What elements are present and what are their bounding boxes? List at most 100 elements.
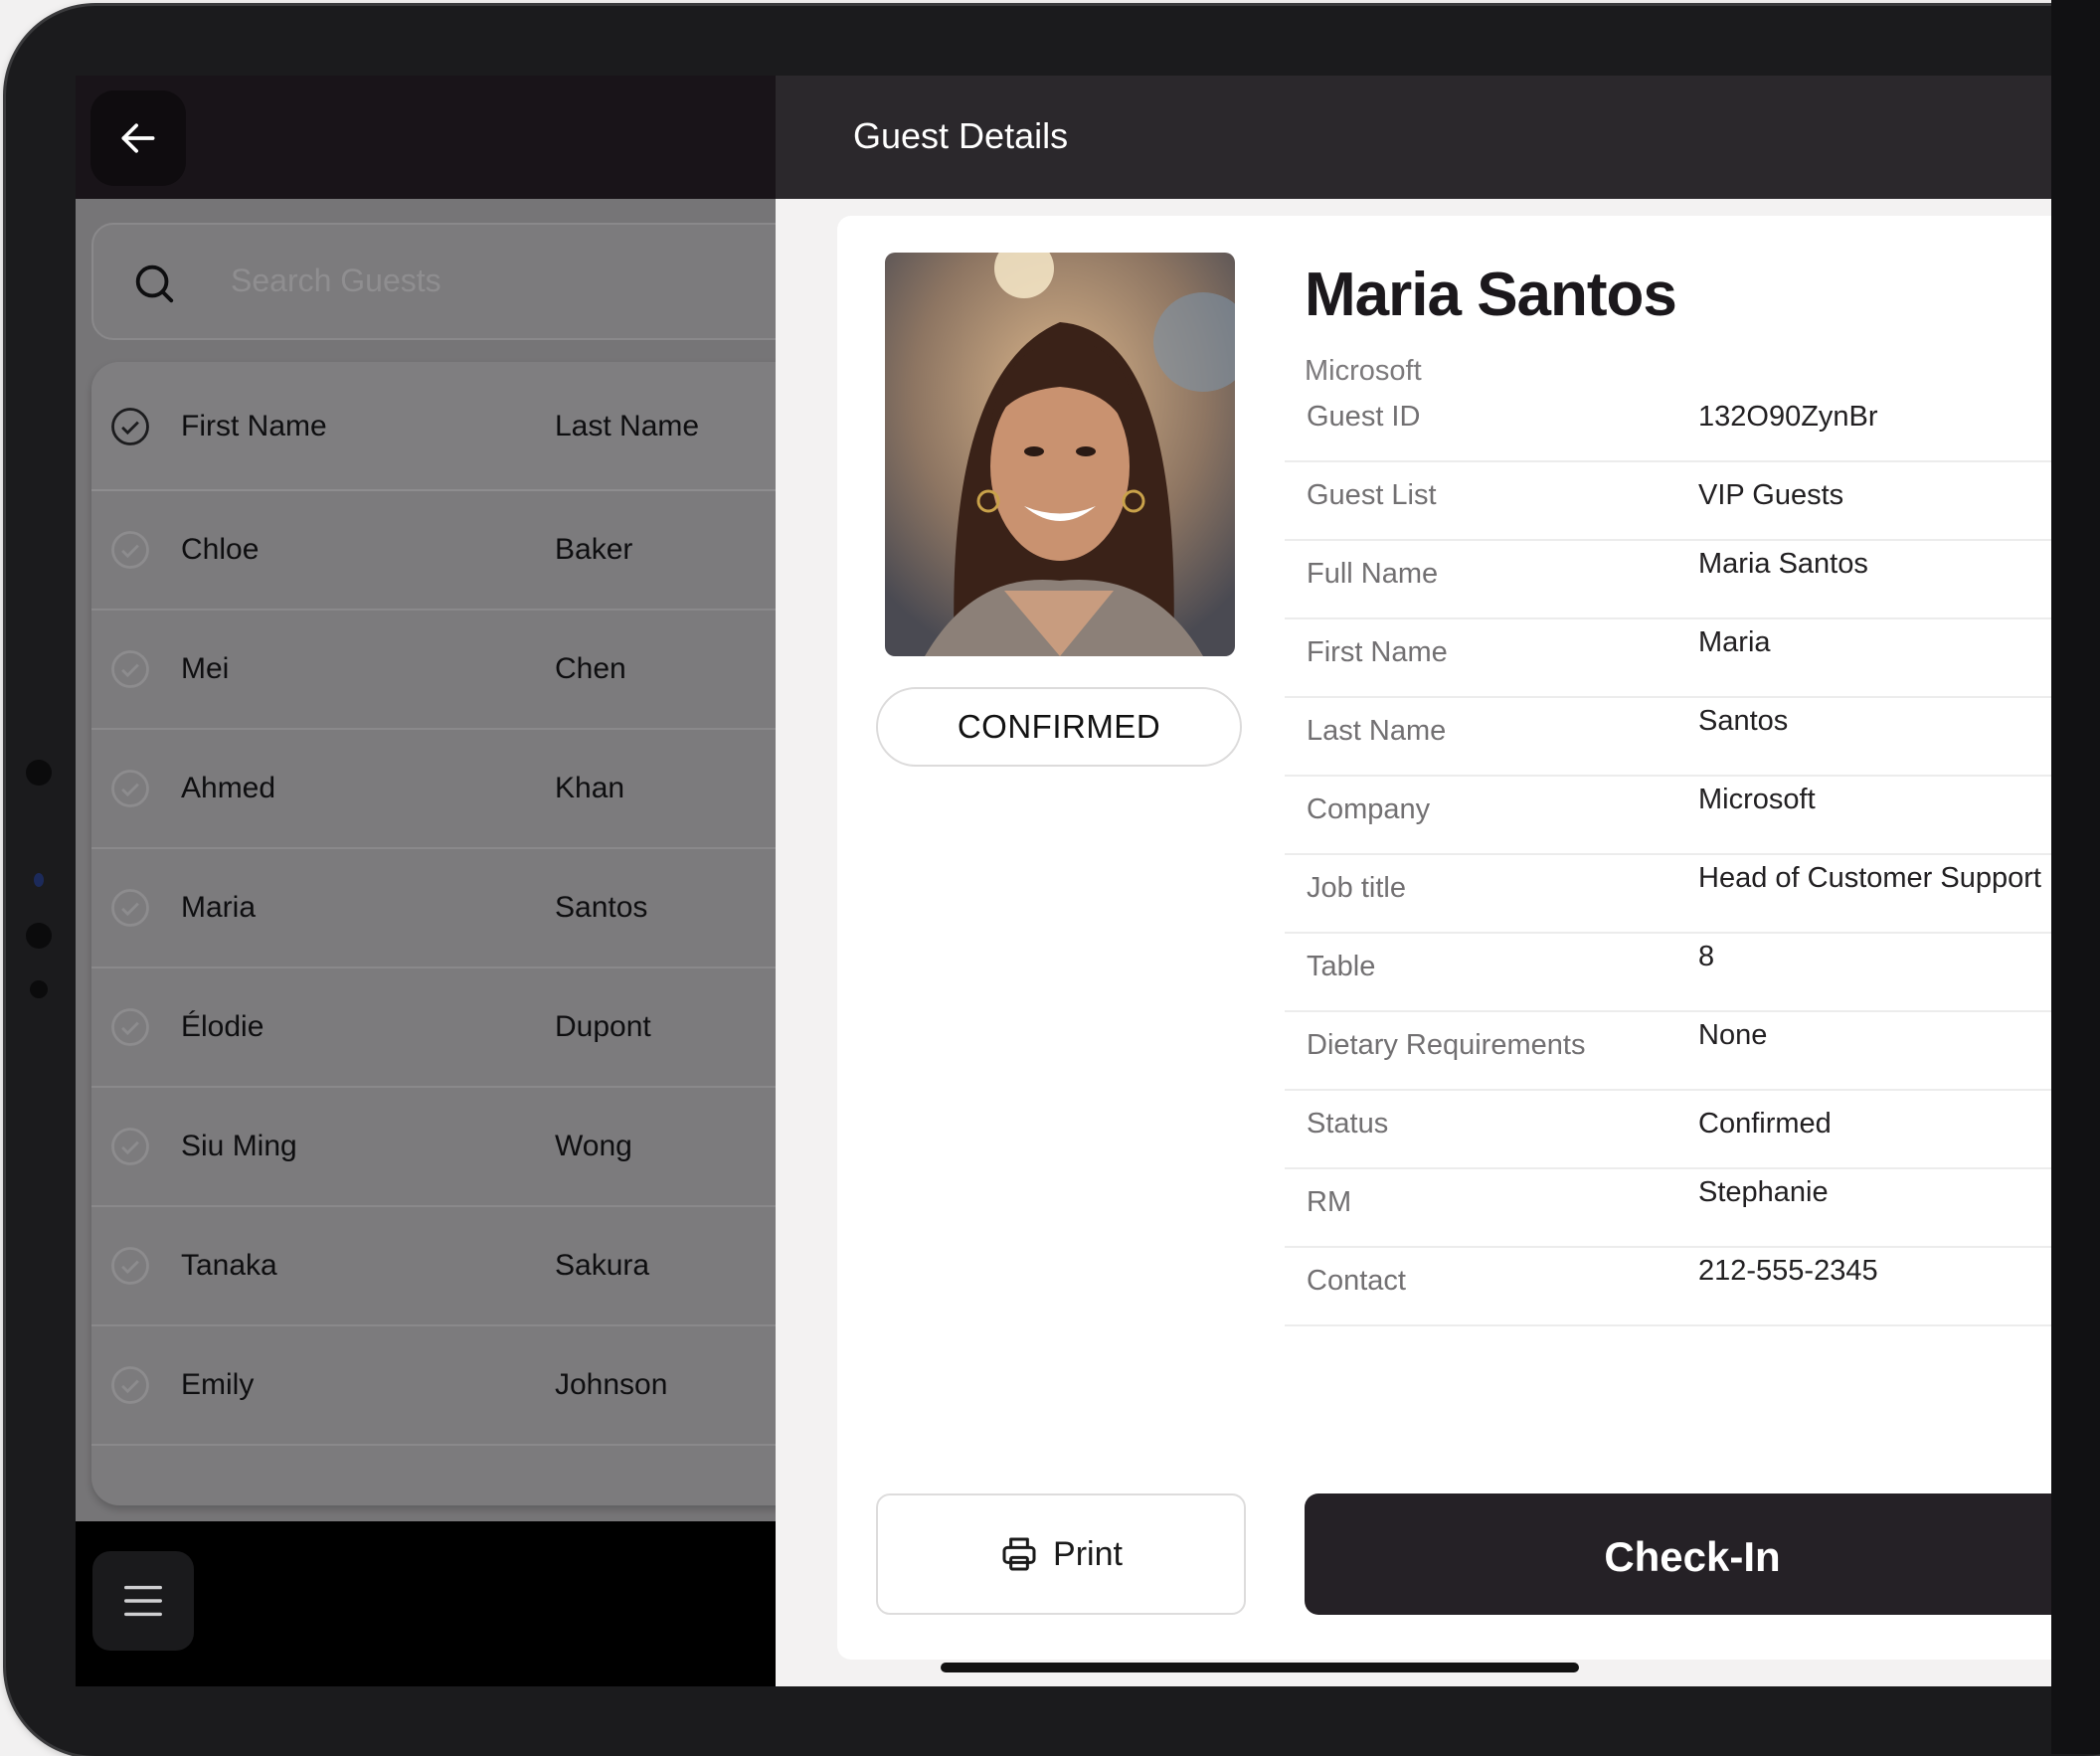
detail-value: Stephanie [1698, 1176, 1829, 1208]
detail-row-status: Status Confirmed [1285, 1090, 2052, 1169]
detail-label: Guest List [1307, 479, 1437, 511]
detail-value: Maria [1698, 626, 1771, 658]
side-sensor [34, 873, 44, 887]
detail-value: VIP Guests [1698, 479, 1844, 511]
table-row[interactable]: Siu Ming Wong [91, 1088, 807, 1207]
check-in-button[interactable]: Check-In [1305, 1493, 2052, 1615]
search-input[interactable]: Search Guests [91, 223, 807, 340]
details-panel: CONFIRMED Maria Santos Microsoft Guest I… [776, 199, 2052, 1686]
check-circle-icon[interactable] [109, 1006, 151, 1048]
detail-label: Table [1307, 951, 1376, 982]
search-placeholder: Search Guests [231, 263, 441, 298]
check-circle-icon[interactable] [109, 1364, 151, 1406]
detail-label: First Name [1307, 636, 1448, 668]
search-icon [135, 264, 174, 303]
detail-value: None [1698, 1019, 1768, 1051]
detail-label: Status [1307, 1108, 1389, 1140]
guest-name: Maria Santos [1305, 261, 1677, 329]
last-name-cell: Khan [555, 772, 625, 804]
status-badge: CONFIRMED [876, 687, 1242, 767]
detail-label: Dietary Requirements [1307, 1029, 1586, 1061]
table-row[interactable]: Tanaka Sakura [91, 1207, 807, 1326]
side-sensor [30, 980, 48, 998]
detail-label: Company [1307, 793, 1431, 825]
check-in-label: Check-In [1604, 1533, 1781, 1580]
detail-row-table: Table 8 [1285, 933, 2052, 1012]
first-name-cell: Siu Ming [181, 1130, 297, 1162]
last-name-cell: Chen [555, 652, 626, 685]
check-circle-icon[interactable] [109, 887, 151, 929]
last-name-cell: Dupont [555, 1010, 651, 1043]
table-row[interactable]: Chloe Baker [91, 491, 807, 611]
details-header: Guest Details [776, 76, 2052, 199]
detail-label: Full Name [1307, 558, 1439, 590]
print-button[interactable]: Print [876, 1493, 1246, 1615]
first-name-cell: Chloe [181, 533, 260, 566]
check-circle-icon[interactable] [109, 768, 151, 809]
table-row-partial[interactable] [91, 1446, 807, 1505]
detail-row-job-title: Job title Head of Customer Support [1285, 854, 2052, 934]
first-name-cell: Élodie [181, 1010, 264, 1043]
guest-table: First Name Last Name Chloe Baker Mei Che… [91, 362, 807, 1505]
column-header-last-name[interactable]: Last Name [555, 410, 699, 443]
detail-value: Santos [1698, 705, 1789, 737]
print-label: Print [1053, 1534, 1123, 1573]
screen: Search Guests First Name Last Name Chloe… [76, 76, 2052, 1686]
table-row[interactable]: Maria Santos [91, 849, 807, 968]
detail-row-company: Company Microsoft [1285, 776, 2052, 855]
detail-value: Confirmed [1698, 1108, 1832, 1140]
last-name-cell: Sakura [555, 1249, 650, 1282]
left-footer [76, 1521, 776, 1686]
detail-label: Guest ID [1307, 401, 1421, 433]
detail-label: RM [1307, 1186, 1352, 1218]
detail-row-dietary: Dietary Requirements None [1285, 1011, 2052, 1091]
detail-row-last-name: Last Name Santos [1285, 697, 2052, 777]
first-name-cell: Maria [181, 891, 257, 924]
last-name-cell: Baker [555, 533, 633, 566]
detail-row-first-name: First Name Maria [1285, 618, 2052, 698]
column-header-first-name[interactable]: First Name [181, 410, 327, 443]
table-row[interactable]: Élodie Dupont [91, 968, 807, 1088]
check-circle-icon[interactable] [109, 1245, 151, 1287]
detail-label: Job title [1307, 872, 1406, 904]
left-header [76, 76, 776, 199]
table-row[interactable]: Ahmed Khan [91, 730, 807, 849]
table-row[interactable]: Mei Chen [91, 611, 807, 730]
detail-value: Head of Customer Support [1698, 862, 2041, 894]
detail-row-rm: RM Stephanie [1285, 1168, 2052, 1248]
guest-card: CONFIRMED Maria Santos Microsoft Guest I… [837, 216, 2052, 1660]
guest-list-panel: Search Guests First Name Last Name Chloe… [76, 199, 807, 1521]
detail-row-contact: Contact 212-555-2345 [1285, 1247, 2052, 1326]
side-sensor [26, 760, 52, 786]
check-circle-icon[interactable] [109, 406, 151, 447]
check-circle-icon[interactable] [109, 529, 151, 571]
printer-icon [1002, 1537, 1036, 1571]
first-name-cell: Mei [181, 652, 230, 685]
arrow-left-icon [121, 123, 155, 153]
home-indicator [941, 1663, 1579, 1672]
hamburger-menu-icon [124, 1585, 162, 1617]
last-name-cell: Johnson [555, 1368, 668, 1401]
guest-photo [885, 253, 1235, 656]
detail-row-guest-list: Guest List VIP Guests [1285, 461, 2052, 541]
menu-button[interactable] [92, 1551, 194, 1651]
first-name-cell: Tanaka [181, 1249, 277, 1282]
detail-label: Last Name [1307, 715, 1447, 747]
first-name-cell: Ahmed [181, 772, 276, 804]
table-row[interactable]: Emily Johnson [91, 1326, 807, 1446]
first-name-cell: Emily [181, 1368, 255, 1401]
back-button[interactable] [90, 90, 186, 186]
last-name-cell: Wong [555, 1130, 632, 1162]
table-header: First Name Last Name [91, 362, 807, 491]
detail-row-full-name: Full Name Maria Santos [1285, 540, 2052, 619]
check-circle-icon[interactable] [109, 648, 151, 690]
page-title: Guest Details [853, 115, 1069, 156]
detail-value: Maria Santos [1698, 548, 1868, 580]
side-sensor [26, 923, 52, 949]
detail-value: Microsoft [1698, 784, 1816, 815]
detail-value: 132O90ZynBr [1698, 401, 1878, 433]
last-name-cell: Santos [555, 891, 648, 924]
check-circle-icon[interactable] [109, 1126, 151, 1167]
detail-row-guest-id: Guest ID 132O90ZynBr [1285, 383, 2052, 462]
detail-value: 8 [1698, 941, 1715, 972]
